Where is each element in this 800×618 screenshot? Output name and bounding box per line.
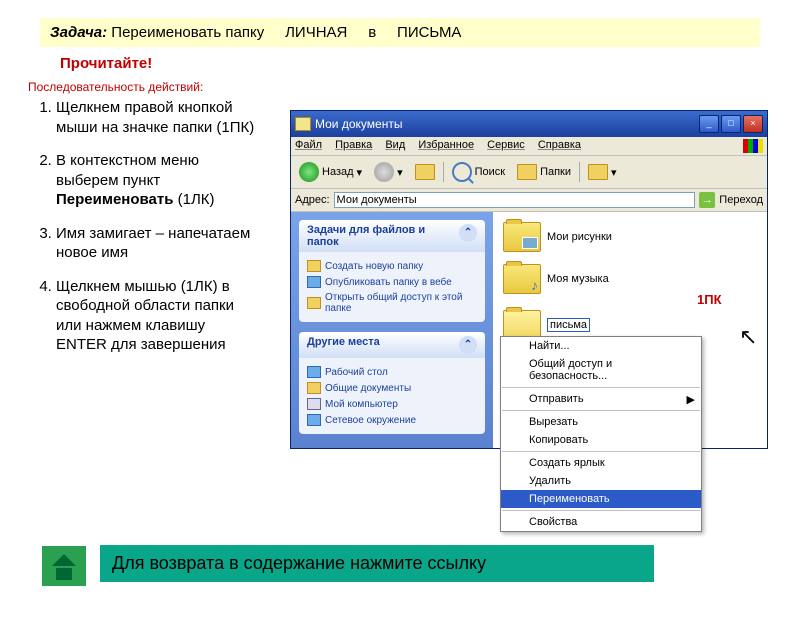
forward-button[interactable]: ▾	[370, 160, 407, 184]
task-link-new-folder[interactable]: Создать новую папку	[307, 258, 477, 274]
places-box: Другие места⌃ Рабочий стол Общие докумен…	[299, 332, 485, 434]
sequence-label: Последовательность действий:	[28, 80, 260, 94]
address-bar: Адрес: → Переход	[291, 189, 767, 212]
context-menu: Найти... Общий доступ и безопасность... …	[500, 336, 702, 532]
menu-file[interactable]: Файл	[295, 139, 322, 151]
minimize-button[interactable]: _	[699, 115, 719, 133]
menu-view[interactable]: Вид	[385, 139, 405, 151]
chevron-up-icon: ⌃	[459, 336, 477, 354]
folder-my-pictures[interactable]: Мои рисунки	[503, 222, 757, 252]
titlebar[interactable]: Мои документы _ □ ×	[291, 111, 767, 137]
task-text: Переименовать папку	[111, 24, 264, 41]
close-button[interactable]: ×	[743, 115, 763, 133]
return-link[interactable]: Для возврата в содержание нажмите ссылку	[100, 545, 654, 582]
menu-edit[interactable]: Правка	[335, 139, 372, 151]
forward-icon	[374, 162, 394, 182]
places-header[interactable]: Другие места⌃	[299, 332, 485, 358]
ctx-send-to[interactable]: Отправить▶	[501, 390, 701, 408]
click-marker: 1ПК	[697, 292, 722, 307]
place-my-computer[interactable]: Мой компьютер	[307, 396, 477, 412]
rename-input[interactable]: письма	[547, 318, 590, 332]
step-3: Имя замигает – напечатаем новое имя	[56, 224, 256, 263]
place-desktop[interactable]: Рабочий стол	[307, 364, 477, 380]
folder-icon	[307, 382, 321, 394]
task-link-share[interactable]: Открыть общий доступ к этой папке	[307, 290, 477, 316]
up-button[interactable]	[411, 162, 439, 182]
globe-icon	[307, 276, 321, 288]
side-panel: Задачи для файлов и папок⌃ Создать новую…	[291, 212, 493, 448]
maximize-button[interactable]: □	[721, 115, 741, 133]
address-input[interactable]	[334, 192, 696, 208]
share-icon	[307, 297, 321, 309]
task-mid: в	[368, 24, 376, 41]
menu-tools[interactable]: Сервис	[487, 139, 525, 151]
menu-help[interactable]: Справка	[538, 139, 581, 151]
ctx-delete[interactable]: Удалить	[501, 472, 701, 490]
ctx-sharing[interactable]: Общий доступ и безопасность...	[501, 355, 701, 385]
home-button[interactable]	[42, 546, 86, 586]
submenu-arrow-icon: ▶	[687, 393, 695, 406]
read-heading: Прочитайте!	[60, 55, 260, 72]
search-button[interactable]: Поиск	[448, 160, 509, 184]
network-icon	[307, 414, 321, 426]
tasks-header[interactable]: Задачи для файлов и папок⌃	[299, 220, 485, 252]
folder-icon	[295, 117, 311, 131]
task-link-publish[interactable]: Опубликовать папку в вебе	[307, 274, 477, 290]
windows-flag-icon	[743, 139, 763, 153]
step-4: Щелкнем мышью (1ЛК) в свободной области …	[56, 277, 256, 355]
pictures-folder-icon	[503, 222, 541, 252]
music-folder-icon	[503, 264, 541, 294]
folder-icon	[307, 260, 321, 272]
back-icon	[299, 162, 319, 182]
address-label: Адрес:	[295, 194, 330, 206]
folders-button[interactable]: Папки	[513, 162, 575, 182]
menubar: Файл Правка Вид Избранное Сервис Справка	[291, 137, 767, 156]
folder-my-music[interactable]: Моя музыка	[503, 264, 757, 294]
step-1: Щелкнем правой кнопкой мыши на значке па…	[56, 98, 256, 137]
chevron-up-icon: ⌃	[459, 224, 477, 242]
task-to: ПИСЬМА	[397, 24, 461, 41]
ctx-shortcut[interactable]: Создать ярлык	[501, 454, 701, 472]
views-button[interactable]: ▾	[584, 162, 621, 182]
desktop-icon	[307, 366, 321, 378]
back-button[interactable]: Назад ▾	[295, 160, 366, 184]
menu-favorites[interactable]: Избранное	[418, 139, 474, 151]
task-from: ЛИЧНАЯ	[285, 24, 347, 41]
window-title: Мои документы	[315, 117, 699, 131]
go-label: Переход	[719, 194, 763, 206]
place-network[interactable]: Сетевое окружение	[307, 412, 477, 428]
toolbar: Назад ▾ ▾ Поиск Папки ▾	[291, 156, 767, 189]
task-banner: Задача: Переименовать папку ЛИЧНАЯ в ПИС…	[40, 18, 760, 47]
folders-icon	[517, 164, 537, 180]
go-button[interactable]: →	[699, 192, 715, 208]
ctx-find[interactable]: Найти...	[501, 337, 701, 355]
up-folder-icon	[415, 164, 435, 180]
ctx-properties[interactable]: Свойства	[501, 513, 701, 531]
step-2: В контекстном меню выберем пункт Переиме…	[56, 151, 256, 210]
task-label: Задача:	[50, 24, 107, 41]
search-icon	[452, 162, 472, 182]
computer-icon	[307, 398, 321, 410]
ctx-rename[interactable]: Переименовать	[501, 490, 701, 508]
place-shared-docs[interactable]: Общие документы	[307, 380, 477, 396]
ctx-copy[interactable]: Копировать	[501, 431, 701, 449]
ctx-cut[interactable]: Вырезать	[501, 413, 701, 431]
tasks-box: Задачи для файлов и папок⌃ Создать новую…	[299, 220, 485, 322]
views-icon	[588, 164, 608, 180]
cursor-icon: ↖	[739, 324, 757, 350]
steps-list: Щелкнем правой кнопкой мыши на значке па…	[36, 98, 256, 355]
menus: Файл Правка Вид Избранное Сервис Справка	[295, 139, 591, 153]
